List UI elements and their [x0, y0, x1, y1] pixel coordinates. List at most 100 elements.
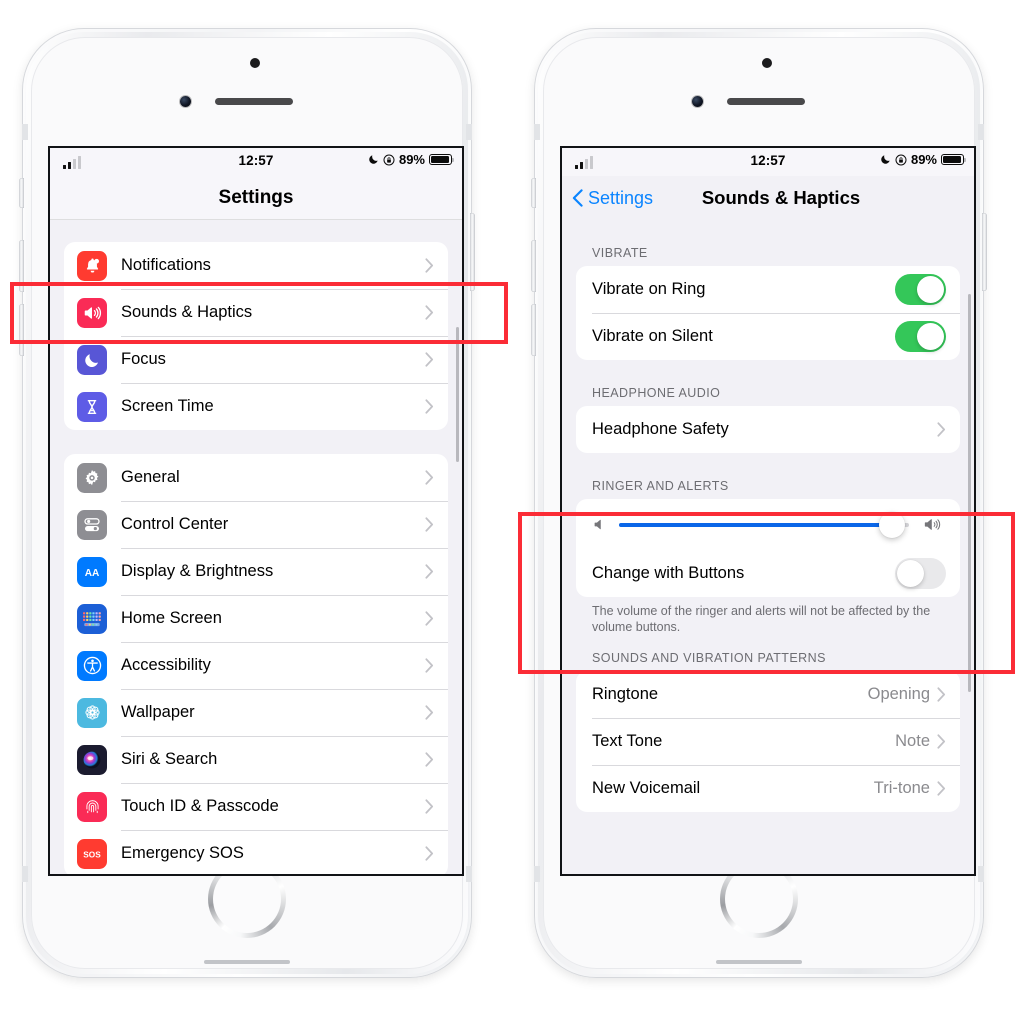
- mute-switch[interactable]: [531, 178, 536, 208]
- chevron-right-icon: [425, 305, 434, 320]
- settings-row-label: Accessibility: [121, 656, 211, 674]
- display-brightness-aa-icon: AA: [77, 556, 107, 587]
- sound-pattern-row[interactable]: Ringtone Opening: [576, 671, 960, 718]
- earpiece-speaker: [727, 98, 805, 105]
- chevron-right-icon: [425, 352, 434, 367]
- settings-row[interactable]: General: [64, 454, 448, 501]
- chevron-right-icon: [425, 399, 434, 414]
- settings-row-label: Touch ID & Passcode: [121, 797, 279, 815]
- settings-row[interactable]: Wallpaper: [64, 689, 448, 736]
- sound-pattern-row[interactable]: New Voicemail Tri-tone: [576, 765, 960, 812]
- ringer-volume-slider[interactable]: [619, 511, 909, 538]
- sound-pattern-label: New Voicemail: [592, 779, 701, 798]
- toggle-switch[interactable]: [895, 274, 946, 305]
- settings-row[interactable]: Home Screen: [64, 595, 448, 642]
- settings-row[interactable]: Sounds & Haptics: [64, 289, 448, 336]
- power-button[interactable]: [470, 213, 475, 291]
- settings-row[interactable]: Headphone Safety: [576, 406, 960, 453]
- front-camera-icon: [692, 96, 703, 107]
- chevron-right-icon: [425, 799, 434, 814]
- nav-bar-left: Settings: [50, 176, 462, 220]
- chevron-right-icon: [425, 517, 434, 532]
- change-with-buttons-row[interactable]: Change with Buttons: [576, 550, 960, 597]
- section-header-ringer-alerts: RINGER AND ALERTS: [592, 479, 729, 493]
- chevron-right-icon: [425, 705, 434, 720]
- settings-row[interactable]: Siri & Search: [64, 736, 448, 783]
- volume-up-button[interactable]: [531, 240, 536, 292]
- scrollbar-left[interactable]: [456, 327, 459, 462]
- accessibility-icon: [77, 650, 107, 681]
- sound-pattern-label: Text Tone: [592, 732, 663, 751]
- rotation-lock-icon: [895, 154, 907, 165]
- ringer-volume-slider-row[interactable]: [576, 499, 960, 550]
- sounds-patterns-group: Ringtone Opening Text Tone Note New Voicemai…: [576, 671, 960, 813]
- proximity-sensor-icon: [762, 58, 772, 68]
- status-bar-left: 12:57 89%: [50, 148, 462, 176]
- bottom-bezel-notch: [204, 960, 290, 964]
- battery-percent: 89%: [398, 152, 425, 167]
- emergency-sos-icon: SOS: [77, 838, 107, 869]
- page-title: Sounds & Haptics: [701, 187, 861, 208]
- volume-down-button[interactable]: [19, 304, 24, 356]
- volume-down-button[interactable]: [531, 304, 536, 356]
- settings-row-label: Emergency SOS: [121, 844, 244, 862]
- settings-row-label: Wallpaper: [121, 703, 195, 721]
- settings-row-label: Siri & Search: [121, 750, 218, 768]
- sounds-speaker-icon: [77, 297, 107, 328]
- toggle-switch[interactable]: [895, 558, 946, 589]
- sound-pattern-value: Tri-tone: [873, 779, 930, 798]
- battery-icon: [429, 154, 455, 165]
- speaker-low-icon: [592, 517, 607, 532]
- settings-row[interactable]: Screen Time: [64, 383, 448, 430]
- ringer-alerts-group: Change with Buttons: [576, 499, 960, 597]
- power-button[interactable]: [982, 213, 987, 291]
- vibrate-group: Vibrate on Ring Vibrate on Silent: [576, 266, 960, 360]
- settings-row-label: Control Center: [121, 515, 229, 533]
- front-camera-icon: [180, 96, 191, 107]
- general-gear-icon: [77, 462, 107, 493]
- toggle-row[interactable]: Vibrate on Silent: [576, 313, 960, 360]
- settings-list[interactable]: Notifications Sounds & Haptics Focus Screen…: [50, 220, 462, 874]
- section-header-sounds-patterns: SOUNDS AND VIBRATION PATTERNS: [592, 651, 826, 666]
- rotation-lock-icon: [383, 154, 395, 165]
- toggle-row-label: Vibrate on Silent: [592, 327, 713, 345]
- speaker-high-icon: [921, 516, 944, 533]
- settings-row[interactable]: AA Display & Brightness: [64, 548, 448, 595]
- volume-up-button[interactable]: [19, 240, 24, 292]
- earpiece-speaker: [215, 98, 293, 105]
- mute-switch[interactable]: [19, 178, 24, 208]
- battery-icon: [941, 154, 967, 165]
- settings-row-label: Headphone Safety: [592, 420, 729, 438]
- chevron-right-icon: [937, 687, 946, 702]
- bottom-bezel-notch: [716, 960, 802, 964]
- settings-row-label: General: [121, 468, 180, 486]
- home-screen-grid-icon: [77, 603, 107, 634]
- scrollbar-right[interactable]: [968, 294, 971, 692]
- chevron-right-icon: [937, 781, 946, 796]
- toggle-switch[interactable]: [895, 321, 946, 352]
- control-center-icon: [77, 509, 107, 540]
- settings-row[interactable]: Focus: [64, 336, 448, 383]
- settings-row[interactable]: SOS Emergency SOS: [64, 830, 448, 874]
- sound-pattern-label: Ringtone: [592, 685, 659, 704]
- settings-row[interactable]: Control Center: [64, 501, 448, 548]
- do-not-disturb-moon-icon: [881, 155, 890, 164]
- settings-row-label: Display & Brightness: [121, 562, 274, 580]
- toggle-row[interactable]: Vibrate on Ring: [576, 266, 960, 313]
- chevron-right-icon: [425, 470, 434, 485]
- sounds-haptics-list[interactable]: VIBRATE Vibrate on Ring Vibrate on Silent…: [562, 220, 974, 874]
- sound-pattern-row[interactable]: Text Tone Note: [576, 718, 960, 765]
- siri-search-icon: [77, 744, 107, 775]
- settings-row[interactable]: Notifications: [64, 242, 448, 289]
- left-phone-screen: 12:57 89% Settings Notifications Sounds …: [50, 148, 462, 874]
- battery-percent: 89%: [910, 152, 937, 167]
- notifications-bell-icon: [77, 250, 107, 281]
- toggle-row-label: Vibrate on Ring: [592, 280, 706, 298]
- chevron-right-icon: [425, 564, 434, 579]
- headphone-audio-group: Headphone Safety: [576, 406, 960, 453]
- screen-time-hourglass-icon: [77, 391, 107, 422]
- svg-text:SOS: SOS: [83, 850, 101, 859]
- chevron-right-icon: [425, 846, 434, 861]
- settings-row[interactable]: Accessibility: [64, 642, 448, 689]
- settings-row[interactable]: Touch ID & Passcode: [64, 783, 448, 830]
